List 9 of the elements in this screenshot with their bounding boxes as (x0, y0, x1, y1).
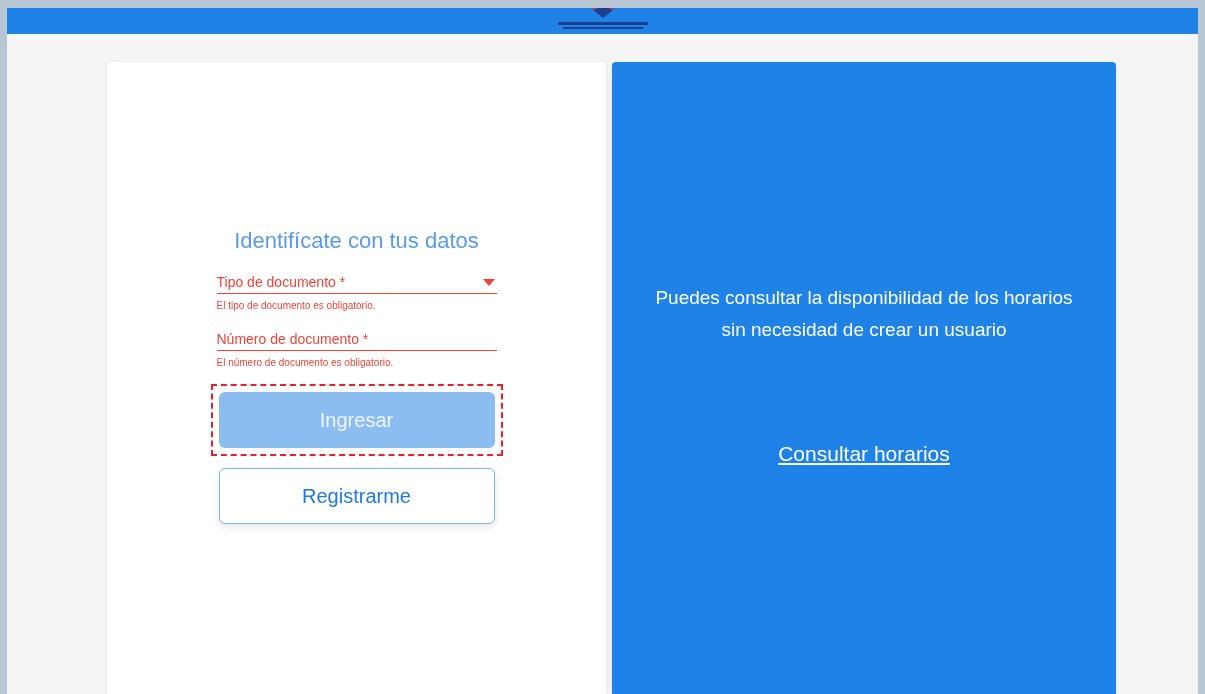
error-message: El tipo de documento es obligatorio. (216, 300, 377, 311)
register-button[interactable]: Registrarme (218, 468, 495, 524)
schedule-link[interactable]: Consultar horarios (778, 442, 950, 466)
error-message: El número de documento es obligatorio. (216, 357, 395, 368)
select-field[interactable]: Tipo de documento * (216, 270, 497, 294)
input-field[interactable]: Número de documento * (216, 327, 497, 351)
info-message: Puedes consultar la disponibilidad de los horarios sin necesidad de crear un usuario (654, 286, 1074, 342)
form-title: Identifícate con tus datos (233, 228, 480, 254)
caret-icon (482, 278, 495, 286)
